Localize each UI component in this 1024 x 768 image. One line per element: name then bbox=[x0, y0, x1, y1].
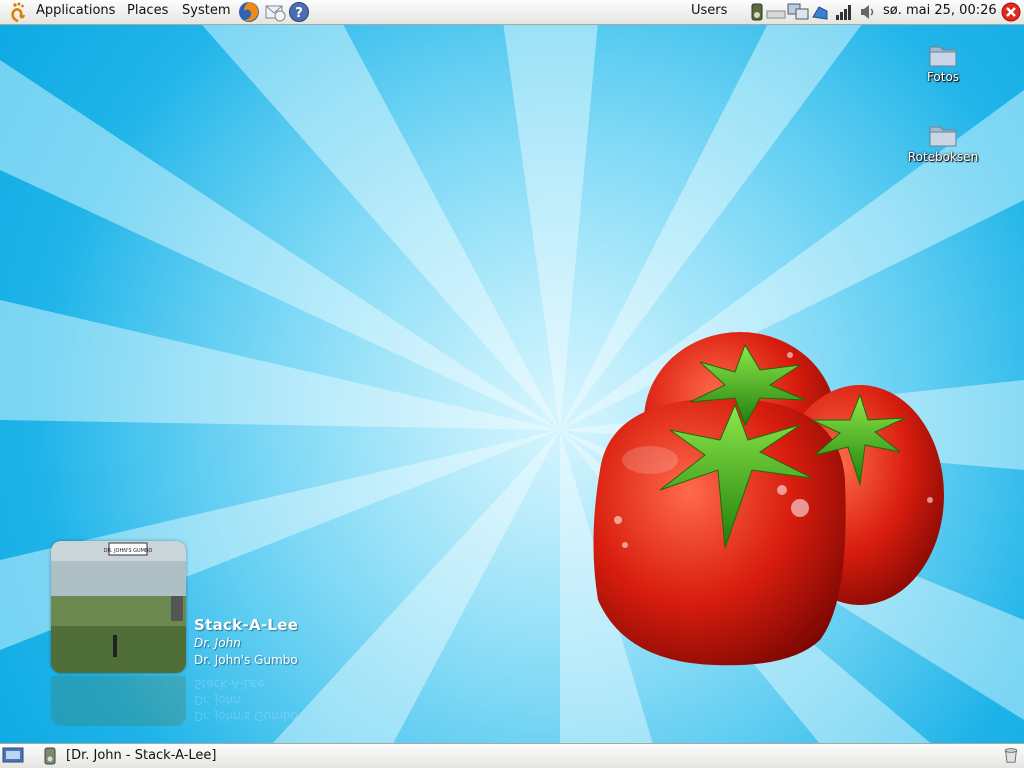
show-desktop-icon[interactable] bbox=[2, 746, 24, 764]
desktop-icon-fotos[interactable]: Fotos bbox=[903, 42, 983, 84]
update-icon[interactable] bbox=[811, 3, 829, 21]
users-menu[interactable]: Users bbox=[691, 3, 727, 18]
network-icon[interactable] bbox=[787, 3, 809, 21]
signal-strength-icon[interactable] bbox=[835, 3, 853, 21]
bottom-panel: [Dr. John - Stack-A-Lee] bbox=[0, 743, 1024, 768]
trash-icon[interactable] bbox=[1002, 746, 1020, 764]
album-cover: DR. JOHN'S GUMBO bbox=[51, 541, 186, 673]
now-playing-album: Dr. John's Gumbo bbox=[194, 653, 298, 667]
close-icon[interactable] bbox=[1001, 2, 1021, 22]
svg-text:?: ? bbox=[295, 6, 303, 21]
mail-icon[interactable] bbox=[264, 1, 286, 23]
desktop-icon-label: Fotos bbox=[926, 70, 960, 84]
volume-icon[interactable] bbox=[858, 3, 876, 21]
media-player-icon bbox=[44, 747, 56, 765]
menu-system[interactable]: System bbox=[182, 3, 230, 18]
now-playing-reflection: Dr. John's Gumbo Dr. John Stack-A-Lee bbox=[194, 677, 298, 723]
now-playing-title: Stack-A-Lee bbox=[194, 616, 299, 634]
folder-icon bbox=[929, 46, 957, 67]
album-cover-reflection bbox=[51, 676, 186, 726]
menu-places[interactable]: Places bbox=[127, 3, 168, 18]
help-icon[interactable]: ? bbox=[288, 1, 310, 23]
firefox-icon[interactable] bbox=[238, 1, 260, 23]
desktop: Fotos Roteboksen DR. JOHN'S GUMBO Stack-… bbox=[0, 0, 1024, 768]
desktop-icon-roteboksen[interactable]: Roteboksen bbox=[903, 122, 983, 164]
top-panel: Applications Places System ? Users sø. m… bbox=[0, 0, 1024, 25]
now-playing-artist: Dr. John bbox=[194, 636, 241, 650]
media-player-icon[interactable] bbox=[748, 3, 766, 21]
gnome-foot-icon[interactable] bbox=[9, 2, 27, 22]
folder-icon bbox=[929, 126, 957, 147]
removable-drive-icon[interactable] bbox=[766, 3, 786, 21]
clock[interactable]: sø. mai 25, 00:26 bbox=[883, 3, 997, 18]
menu-applications[interactable]: Applications bbox=[36, 3, 115, 18]
taskbar-item[interactable]: [Dr. John - Stack-A-Lee] bbox=[66, 748, 217, 763]
desktop-icon-label: Roteboksen bbox=[907, 150, 979, 164]
album-cover-sign: DR. JOHN'S GUMBO bbox=[104, 548, 153, 554]
